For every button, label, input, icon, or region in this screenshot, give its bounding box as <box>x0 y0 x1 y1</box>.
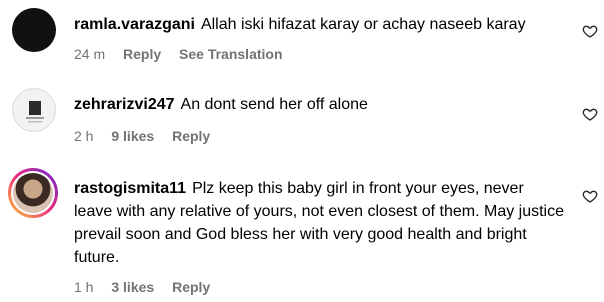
likes-count[interactable]: 9 likes <box>111 128 154 144</box>
comment-item: ramla.varazgani Allah iski hifazat karay … <box>0 0 604 80</box>
reply-button[interactable]: Reply <box>172 128 210 144</box>
comment-username[interactable]: zehrarizvi247 <box>74 96 175 113</box>
comment-item: zehrarizvi247 An dont send her off alone … <box>0 80 604 160</box>
heart-outline-icon[interactable] <box>582 188 598 204</box>
comment-meta: 2 h 9 likes Reply <box>74 127 224 145</box>
reply-button[interactable]: Reply <box>172 279 210 295</box>
comment-username[interactable]: rastogismita11 <box>74 180 186 197</box>
comment-body: zehrarizvi247 An dont send her off alone <box>74 93 564 116</box>
comment-text: An dont send her off alone <box>180 96 368 113</box>
comment-body: ramla.varazgani Allah iski hifazat karay … <box>74 13 564 36</box>
avatar-story-ring[interactable] <box>8 168 58 218</box>
comment-time: 1 h <box>74 279 94 295</box>
likes-count[interactable]: 3 likes <box>111 279 154 295</box>
avatar[interactable] <box>12 8 56 52</box>
comment-meta: 24 m Reply See Translation <box>74 45 297 63</box>
comment-meta: 1 h 3 likes Reply <box>74 278 224 296</box>
heart-outline-icon[interactable] <box>582 23 598 39</box>
heart-outline-icon[interactable] <box>582 106 598 122</box>
reply-button[interactable]: Reply <box>123 46 161 62</box>
avatar-image <box>26 101 44 123</box>
comment-time: 24 m <box>74 46 106 62</box>
comment-item: rastogismita11 Plz keep this baby girl in… <box>0 160 604 302</box>
avatar <box>13 173 53 213</box>
see-translation-button[interactable]: See Translation <box>179 46 282 62</box>
avatar[interactable] <box>12 88 56 132</box>
comment-text: Allah iski hifazat karay or achay naseeb… <box>200 16 526 33</box>
comment-username[interactable]: ramla.varazgani <box>74 16 195 33</box>
comment-body: rastogismita11 Plz keep this baby girl in… <box>74 177 564 269</box>
comment-time: 2 h <box>74 128 94 144</box>
